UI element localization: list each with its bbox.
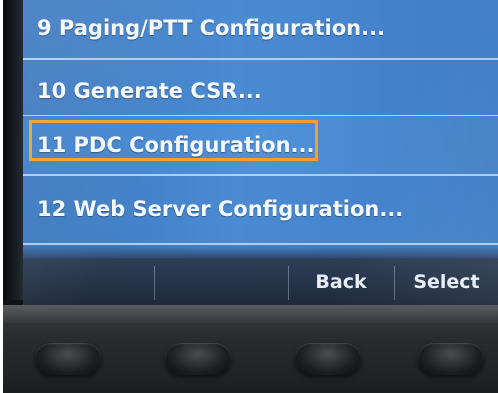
softkey-empty-1 [23, 258, 153, 305]
menu-item-paging-ptt-configuration[interactable]: 9 Paging/PTT Configuration... [23, 0, 498, 59]
menu-item-web-server-configuration[interactable]: 12 Web Server Configuration... [23, 176, 498, 242]
hardware-softkey-button-1[interactable] [35, 343, 101, 375]
back-softkey-label: Back [315, 270, 367, 293]
menu-item-label: 10 Generate CSR... [37, 79, 262, 103]
hardware-softkey-button-select[interactable] [418, 343, 484, 375]
hardware-softkey-button-back[interactable] [295, 343, 361, 375]
menu-item-label: 9 Paging/PTT Configuration... [37, 16, 386, 40]
menu-item-label: 12 Web Server Configuration... [37, 197, 404, 221]
softkey-bar: Back Select [23, 244, 498, 305]
phone-body-ridge [3, 305, 498, 323]
menu-item-pdc-configuration[interactable]: 11 PDC Configuration... [23, 116, 498, 174]
menu-item-generate-csr[interactable]: 10 Generate CSR... [23, 60, 498, 122]
hardware-softkey-button-2[interactable] [165, 343, 231, 375]
back-softkey[interactable]: Back [289, 258, 393, 305]
softkey-empty-2 [155, 258, 287, 305]
select-softkey-label: Select [413, 270, 480, 293]
select-softkey[interactable]: Select [395, 258, 498, 305]
menu-item-label: 11 PDC Configuration... [37, 133, 315, 157]
phone-screen: 9 Paging/PTT Configuration... 10 Generat… [23, 0, 498, 305]
phone-photo: 9 Paging/PTT Configuration... 10 Generat… [3, 0, 498, 393]
screen-bezel [3, 0, 25, 300]
softkey-bar-fade [23, 244, 498, 258]
